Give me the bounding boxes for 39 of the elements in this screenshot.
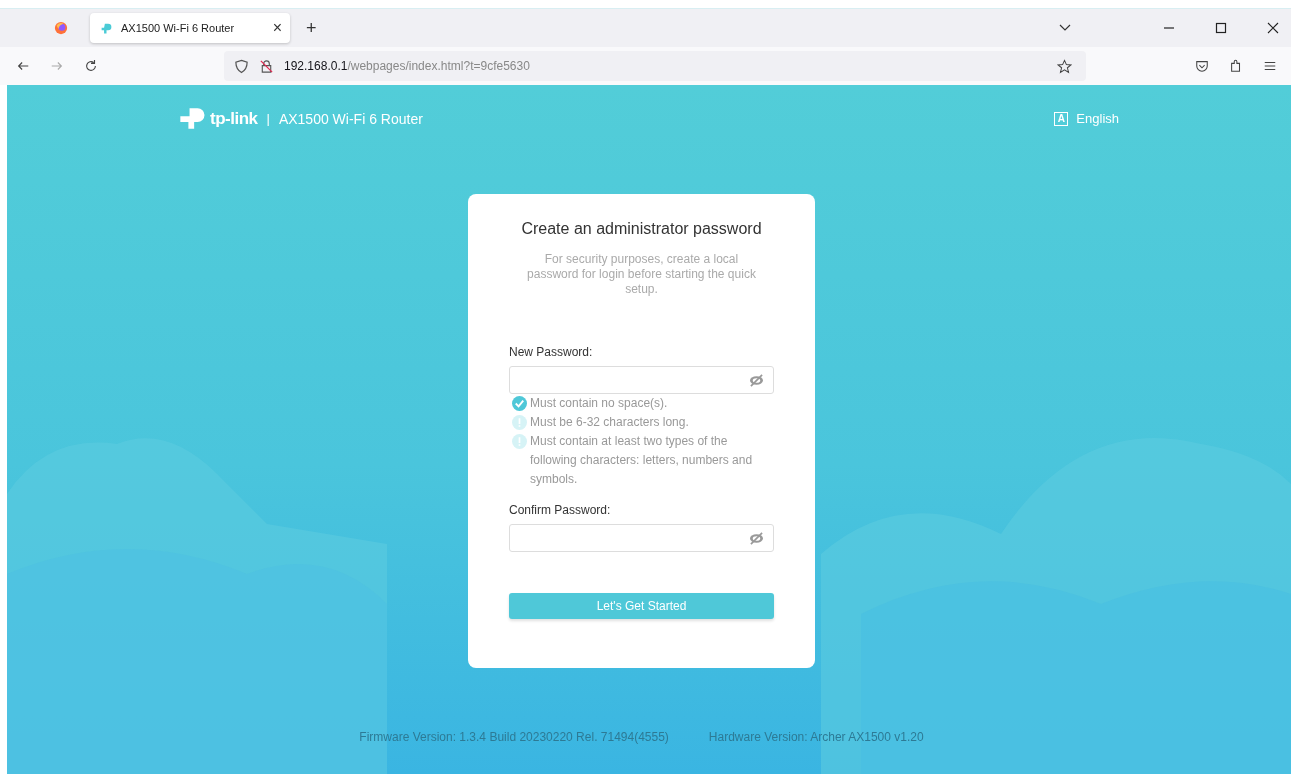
logo-icon: [179, 107, 207, 130]
maximize-icon[interactable]: [1215, 22, 1227, 34]
browser-tab[interactable]: AX1500 Wi-Fi 6 Router ×: [90, 13, 290, 43]
new-tab-button[interactable]: +: [306, 17, 317, 39]
hidden-eye-icon[interactable]: [748, 373, 765, 387]
product-name: AX1500 Wi-Fi 6 Router: [278, 110, 423, 127]
reload-icon[interactable]: [84, 59, 98, 73]
star-icon[interactable]: [1057, 58, 1072, 74]
card-title: Create an administrator password: [520, 220, 763, 238]
hardware-version: Hardware Version: Archer AX1500 v1.20: [708, 730, 924, 744]
back-arrow-icon[interactable]: [16, 59, 30, 73]
insecure-lock-icon[interactable]: [259, 58, 274, 74]
language-label: English: [1076, 111, 1119, 126]
url-path: /webpages/index.html?t=9cfe5630: [347, 59, 530, 73]
firmware-version: Firmware Version: 1.3.4 Build 20230220 Rel. 71494(4555): [359, 730, 669, 744]
chevron-down-icon[interactable]: [1059, 24, 1071, 32]
rule-text: Must contain no space(s).: [530, 395, 668, 412]
language-icon: A: [1054, 111, 1069, 126]
tab-title: AX1500 Wi-Fi 6 Router: [121, 22, 236, 34]
rule-text: Must contain at least two types of the following characters: letters, numbers and symbols.: [530, 433, 754, 488]
logo-icon: [100, 21, 113, 35]
menu-icon[interactable]: [1263, 59, 1277, 73]
close-icon[interactable]: [1267, 22, 1279, 34]
browser-logo-icon[interactable]: [54, 21, 68, 35]
password-field[interactable]: [509, 366, 774, 394]
brand-name: tp-link: [210, 108, 258, 129]
url-host: 192.168.0.1: [284, 59, 348, 73]
password-field[interactable]: [509, 524, 774, 552]
hidden-eye-icon[interactable]: [748, 531, 765, 545]
puzzle-icon[interactable]: [1229, 59, 1243, 73]
address-bar[interactable]: 192.168.0.1/webpages/index.html?t=9cfe5630: [224, 51, 1086, 81]
field-label: New Password:: [509, 345, 594, 359]
close-tab-button[interactable]: ×: [272, 19, 282, 37]
field-label: Confirm Password:: [509, 503, 612, 517]
shield-icon[interactable]: [234, 58, 249, 74]
separator: |: [266, 111, 270, 126]
card-description: For security purposes, create a local password for login before starting the quick setup.: [526, 252, 757, 297]
rule-text: Must be 6-32 characters long.: [530, 414, 689, 431]
pocket-icon[interactable]: [1195, 59, 1209, 73]
